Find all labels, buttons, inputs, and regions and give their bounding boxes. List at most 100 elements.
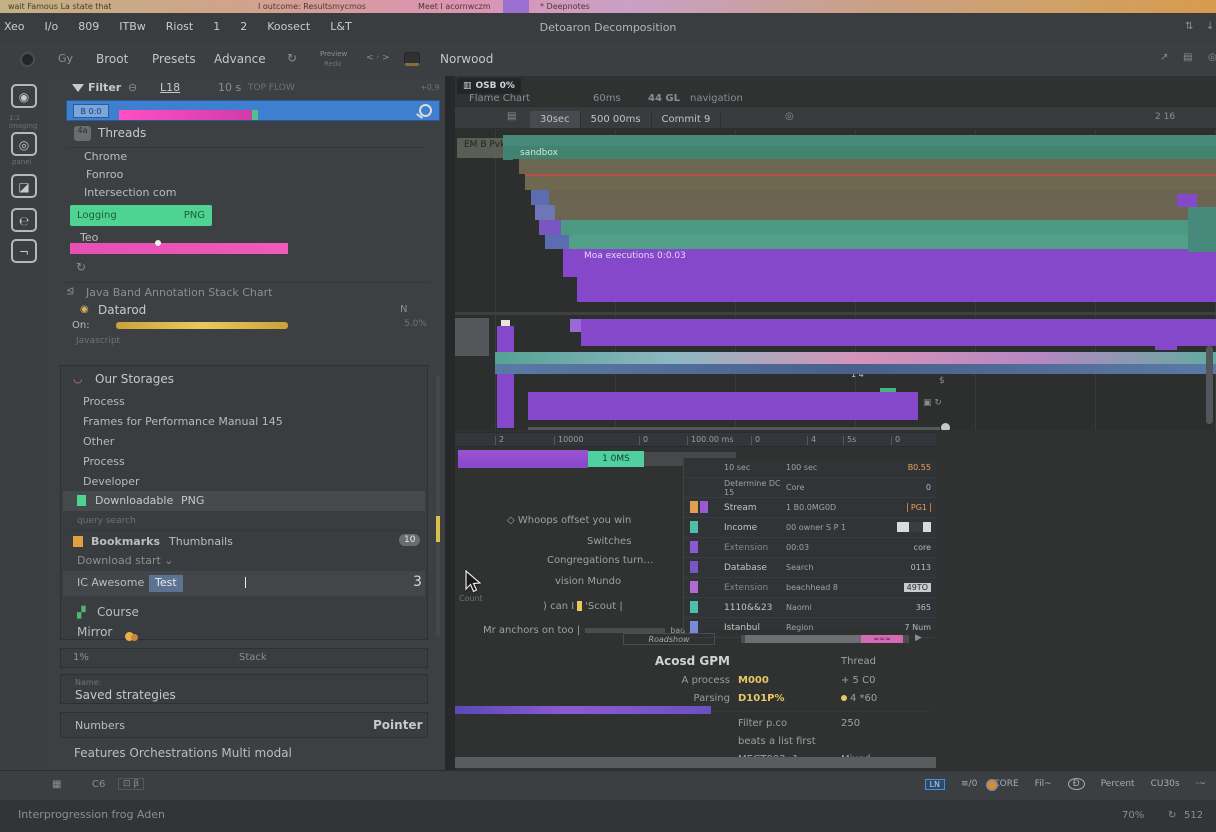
- hscroll-handle[interactable]: [745, 635, 863, 643]
- flame-bar[interactable]: [561, 220, 1216, 235]
- code-icon[interactable]: < · >: [366, 53, 390, 63]
- canvas-tool-icons[interactable]: ▣ ↻: [923, 398, 942, 408]
- refresh-icon[interactable]: ↻: [287, 51, 297, 65]
- status-orange-icon[interactable]: [986, 779, 998, 791]
- left-panel-scrollbar[interactable]: [436, 376, 440, 636]
- editor-icon[interactable]: ℮: [11, 208, 37, 232]
- preview-label[interactable]: Preview: [320, 50, 347, 58]
- storages-item[interactable]: Process: [61, 392, 427, 412]
- c6-label[interactable]: C6: [92, 779, 105, 790]
- flame-bar[interactable]: [563, 249, 577, 277]
- flame-bar[interactable]: [1177, 194, 1197, 207]
- redo-label[interactable]: Redo: [324, 60, 342, 68]
- browser-tab-strip[interactable]: wait Famous La state that I outcome: Res…: [0, 0, 1216, 13]
- refresh-small-icon[interactable]: ↻: [76, 260, 86, 274]
- awesome-input[interactable]: Test: [149, 575, 183, 592]
- flame-bar[interactable]: [497, 326, 514, 428]
- list-item[interactable]: Intersection com: [84, 186, 176, 199]
- storages-selected-row[interactable]: Downloadable PNG: [63, 491, 425, 511]
- table-row[interactable]: Extensionbeachhead 849TO: [684, 578, 936, 598]
- tab-30sec[interactable]: 30sec: [530, 111, 581, 128]
- filter-label[interactable]: Filter: [88, 81, 121, 94]
- flame-bar[interactable]: [503, 135, 1216, 146]
- layout-icon[interactable]: ¬: [11, 239, 37, 263]
- table-row[interactable]: Stream1 B0.0MG0DPG1: [684, 498, 936, 518]
- tab-l18[interactable]: L18: [160, 81, 180, 94]
- hscroll-track[interactable]: ≈≈≈: [741, 635, 909, 643]
- cloud-icon[interactable]: ▤: [1183, 52, 1192, 63]
- table-row[interactable]: Income00 owner S P 1: [684, 518, 936, 538]
- statusbar-item[interactable]: ≡/0: [961, 779, 977, 789]
- grid-icon[interactable]: ▦: [52, 779, 61, 790]
- mode-chip[interactable]: ⊡ β: [118, 778, 144, 790]
- flame-bar[interactable]: [549, 190, 1216, 205]
- selection-chip[interactable]: B 0:0: [73, 104, 109, 118]
- statusbar-item[interactable]: Percent: [1101, 779, 1135, 789]
- flame-bar[interactable]: [531, 190, 549, 205]
- statusbar-item[interactable]: Fil~: [1035, 779, 1052, 789]
- export-icon[interactable]: ◪: [11, 174, 37, 198]
- storages-header[interactable]: Our Storages: [95, 372, 174, 386]
- storages-item[interactable]: Frames for Performance Manual 145: [61, 412, 427, 432]
- statusbar-item[interactable]: LN: [925, 779, 945, 790]
- broot-button[interactable]: Broot: [96, 52, 128, 66]
- tab-500ms[interactable]: 500 00ms: [581, 111, 652, 128]
- flame-bar[interactable]: [555, 205, 1216, 220]
- pink-track-bar[interactable]: [70, 243, 288, 254]
- flame-bar[interactable]: [528, 392, 918, 420]
- record-tool-icon[interactable]: ◎: [11, 132, 37, 156]
- mirror-label[interactable]: Mirror: [77, 625, 112, 639]
- strip-tab-label[interactable]: * Deepnotes: [540, 2, 590, 11]
- flame-bar[interactable]: [519, 159, 1216, 174]
- statusbar-item[interactable]: Đ: [1068, 778, 1085, 790]
- table-row[interactable]: Extension00:03core: [684, 538, 936, 558]
- flame-bar[interactable]: [455, 318, 489, 356]
- tab-commit[interactable]: Commit 9: [652, 111, 722, 128]
- flame-bar[interactable]: [1155, 338, 1177, 350]
- hscroll-arrow[interactable]: ▶: [915, 633, 922, 643]
- flame-bar[interactable]: [880, 388, 896, 392]
- gear-icon[interactable]: ◎: [1208, 52, 1216, 63]
- sync-icon[interactable]: ⇅: [1185, 21, 1193, 32]
- threads-label[interactable]: Threads: [98, 126, 146, 140]
- table-row[interactable]: DatabaseSearch0113: [684, 558, 936, 578]
- norwood-button[interactable]: Norwood: [440, 52, 493, 66]
- download-icon[interactable]: ↓: [1206, 21, 1214, 32]
- detail-hscroll[interactable]: Roadshow ≈≈≈ ▶: [623, 632, 923, 646]
- filter-icon[interactable]: [72, 84, 84, 92]
- flame-bar[interactable]: [539, 220, 561, 235]
- storages-item[interactable]: Other: [61, 432, 427, 452]
- flame-bar[interactable]: [455, 312, 1216, 315]
- logging-chip[interactable]: Logging PNG: [70, 205, 212, 226]
- course-label[interactable]: Course: [97, 605, 139, 619]
- flame-bar[interactable]: [528, 427, 940, 430]
- flame-bar[interactable]: sandbox: [513, 146, 1216, 159]
- awesome-row[interactable]: IC Awesome Test 3: [63, 571, 425, 596]
- flame-bar[interactable]: [570, 319, 581, 332]
- record-icon[interactable]: [20, 52, 35, 67]
- flame-bar[interactable]: Moa executions 0:0.03: [577, 249, 1216, 302]
- table-row[interactable]: 1110&&23Naomi365: [684, 598, 936, 618]
- search-icon[interactable]: [419, 104, 432, 117]
- handle-icon[interactable]: Gy: [58, 52, 73, 65]
- flame-bar[interactable]: [525, 174, 1216, 190]
- flame-bar[interactable]: [495, 364, 1216, 374]
- run-icon[interactable]: ↗: [1160, 52, 1168, 63]
- camera-icon[interactable]: ◉: [11, 84, 37, 108]
- target-icon[interactable]: ◎: [785, 111, 794, 122]
- zoom-percent[interactable]: 70%: [1122, 810, 1144, 821]
- presets-button[interactable]: Presets: [152, 52, 196, 66]
- flame-bar[interactable]: [495, 352, 1216, 364]
- storages-item[interactable]: Process: [61, 452, 427, 472]
- flame-bar[interactable]: [535, 205, 555, 220]
- features-label[interactable]: Features Orchestrations Multi modal: [74, 746, 292, 760]
- timeline-selection-bar[interactable]: B 0:0: [66, 100, 440, 121]
- list-item[interactable]: Chrome: [84, 150, 127, 163]
- lock-icon[interactable]: [404, 52, 420, 66]
- statusbar-item[interactable]: CU30s: [1151, 779, 1180, 789]
- flame-bar[interactable]: [941, 423, 950, 430]
- flame-bar[interactable]: [503, 146, 513, 160]
- collapse-icon[interactable]: ⊖: [128, 81, 137, 94]
- flame-chart-canvas[interactable]: 1 4 $ ▣ ↻ EM B PvkesandboxMoa executions…: [455, 130, 1216, 430]
- track-handle[interactable]: [155, 240, 161, 246]
